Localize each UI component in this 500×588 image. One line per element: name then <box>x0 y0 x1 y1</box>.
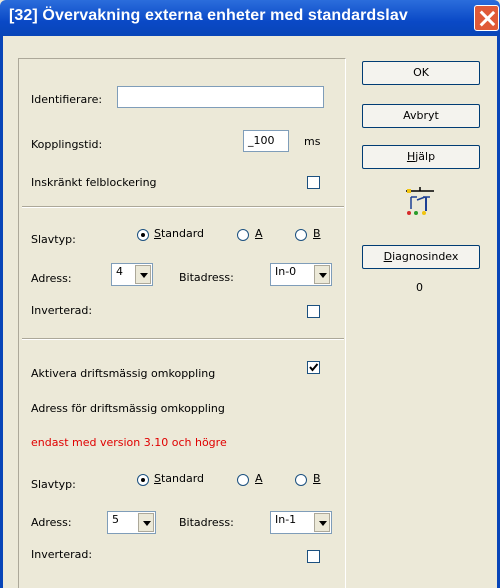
coupling-time-unit: ms <box>304 135 321 148</box>
slave2-inverted-label: Inverterad: <box>31 548 93 561</box>
coupling-time-label: Kopplingstid: <box>31 138 103 151</box>
slave2-bit-address-label: Bitadress: <box>179 516 234 529</box>
version-note: endast med version 3.10 och högre <box>31 436 227 449</box>
slave1-type-standard-label: Standard <box>154 227 205 240</box>
switchover-address-heading: Adress för driftsmässig omkoppling <box>31 402 225 415</box>
restricted-fault-blocking-checkbox[interactable] <box>307 176 320 189</box>
slave1-address-label: Adress: <box>31 272 72 285</box>
slave2-type-a-label: A <box>255 472 263 485</box>
window-title: [32] Övervakning externa enheter med sta… <box>9 7 408 24</box>
chevron-down-icon[interactable] <box>314 265 330 284</box>
slave-type-label: Slavtyp: <box>31 233 76 246</box>
help-button[interactable]: Hjälp <box>362 145 480 169</box>
ok-button[interactable]: OK <box>362 61 480 85</box>
slave1-type-standard-radio[interactable] <box>137 229 149 241</box>
section-divider <box>22 206 344 208</box>
section-divider <box>22 338 344 340</box>
coupling-time-input[interactable]: _100 <box>243 130 289 152</box>
slave1-type-a-label: A <box>255 227 263 240</box>
slave1-inverted-label: Inverterad: <box>31 304 93 317</box>
slave1-type-b-label: B <box>313 227 321 240</box>
slave2-bit-address-select[interactable]: In-1 <box>270 511 332 534</box>
slave2-address-select[interactable]: 5 <box>107 511 156 534</box>
identifier-input[interactable] <box>117 86 324 108</box>
activate-switchover-label: Aktivera driftsmässig omkoppling <box>31 367 216 380</box>
cancel-button[interactable]: Avbryt <box>362 104 480 128</box>
restricted-fault-blocking-label: Inskränkt felblockering <box>31 176 157 189</box>
slave1-type-a-radio[interactable] <box>237 229 249 241</box>
check-icon <box>309 363 319 372</box>
slave1-type-b-radio[interactable] <box>295 229 307 241</box>
relay-contact-icon <box>404 187 436 217</box>
diagnosis-index-button[interactable]: Diagnosindex <box>362 245 480 269</box>
slave1-address-select[interactable]: 4 <box>111 263 153 286</box>
slave1-bit-address-select[interactable]: In-0 <box>270 263 332 286</box>
identifier-label: Identifierare: <box>31 93 103 106</box>
slave2-type-a-radio[interactable] <box>237 474 249 486</box>
activate-switchover-checkbox[interactable] <box>307 361 320 374</box>
chevron-down-icon[interactable] <box>135 265 151 284</box>
close-icon[interactable] <box>474 5 499 31</box>
slave2-type-label: Slavtyp: <box>31 478 76 491</box>
chevron-down-icon[interactable] <box>138 513 154 532</box>
slave2-type-standard-label: Standard <box>154 472 205 485</box>
slave2-type-b-radio[interactable] <box>295 474 307 486</box>
slave2-inverted-checkbox[interactable] <box>307 550 320 563</box>
chevron-down-icon[interactable] <box>314 513 330 532</box>
diagnosis-index-value: 0 <box>416 281 423 294</box>
slave1-bit-address-label: Bitadress: <box>179 271 234 284</box>
window-frame-left <box>0 36 3 588</box>
slave2-address-label: Adress: <box>31 516 72 529</box>
slave1-inverted-checkbox[interactable] <box>307 305 320 318</box>
slave2-type-b-label: B <box>313 472 321 485</box>
slave2-type-standard-radio[interactable] <box>137 474 149 486</box>
